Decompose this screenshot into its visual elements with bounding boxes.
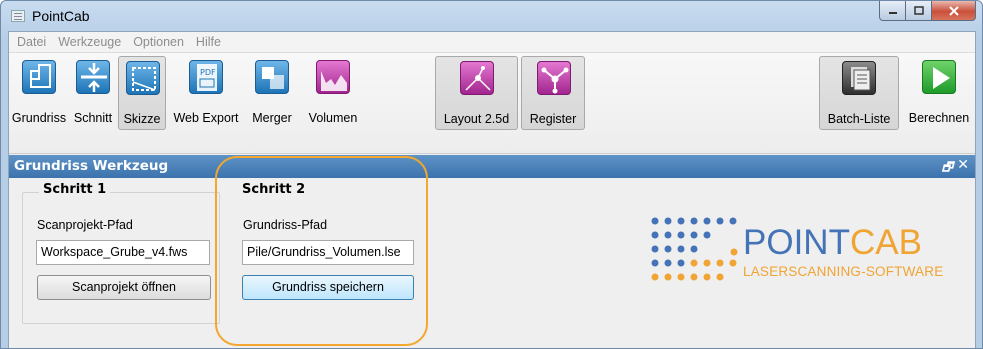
panel-title: Grundriss Werkzeug bbox=[14, 158, 169, 174]
register-icon bbox=[537, 61, 571, 95]
pointcab-logo: POINTCAB LASERSCANNING-SOFTWARE bbox=[643, 212, 973, 302]
step1-title: Schritt 1 bbox=[39, 182, 111, 197]
title-bar[interactable]: PointCab bbox=[1, 1, 982, 31]
tool-berechnen-button[interactable]: Berechnen bbox=[903, 56, 975, 130]
logo-word-point: POINT bbox=[743, 223, 850, 262]
batch-list-icon bbox=[842, 61, 876, 95]
minimize-button[interactable] bbox=[879, 1, 906, 21]
tool-layout-button[interactable]: Layout 2.5d bbox=[435, 56, 518, 130]
menu-werkzeuge[interactable]: Werkzeuge bbox=[52, 35, 127, 49]
tool-label: Schnitt bbox=[73, 111, 113, 125]
scanprojekt-path-field[interactable]: Workspace_Grube_v4.fws bbox=[36, 240, 210, 265]
scanprojekt-label: Scanprojekt-Pfad bbox=[37, 218, 133, 232]
menu-hilfe[interactable]: Hilfe bbox=[190, 35, 227, 49]
tool-schnitt-button[interactable]: Schnitt bbox=[69, 56, 117, 130]
maximize-button[interactable] bbox=[906, 1, 932, 21]
tool-label: Web Export bbox=[173, 111, 239, 125]
tool-label: Register bbox=[529, 112, 577, 126]
maximize-icon bbox=[913, 5, 924, 15]
panel-header: Grundriss Werkzeug 🗗 ✕ bbox=[9, 155, 975, 178]
section-icon bbox=[76, 60, 110, 94]
menu-bar: Datei Werkzeuge Optionen Hilfe bbox=[9, 32, 975, 53]
close-panel-icon[interactable]: ✕ bbox=[957, 157, 969, 173]
volume-icon bbox=[316, 60, 350, 94]
sketch-icon bbox=[126, 61, 160, 95]
tool-register-button[interactable]: Register bbox=[521, 56, 585, 130]
app-window: PointCab Datei Werkzeuge Optionen Hilfe bbox=[0, 0, 983, 349]
scanprojekt-open-button[interactable]: Scanprojekt öffnen bbox=[37, 275, 211, 300]
tool-label: Merger bbox=[252, 111, 292, 125]
toolbar: Grundriss Schnitt Skizze PDF Web Export … bbox=[9, 53, 975, 154]
merger-icon bbox=[255, 60, 289, 94]
logo-wordmark: POINTCAB bbox=[743, 224, 922, 262]
minimize-icon bbox=[888, 11, 897, 14]
logo-subtitle: LASERSCANNING-SOFTWARE bbox=[743, 264, 944, 279]
tool-grundriss-button[interactable]: Grundriss bbox=[11, 56, 67, 130]
play-icon bbox=[922, 60, 956, 94]
menu-optionen[interactable]: Optionen bbox=[127, 35, 190, 49]
tool-web-export-button[interactable]: PDF Web Export bbox=[169, 56, 243, 130]
floorplan-icon bbox=[22, 60, 56, 94]
svg-text:PDF: PDF bbox=[200, 68, 216, 77]
tool-label: Berechnen bbox=[908, 111, 970, 125]
logo-word-cab: CAB bbox=[849, 223, 922, 262]
logo-dots-icon bbox=[651, 217, 738, 281]
tool-label: Volumen bbox=[308, 111, 358, 125]
menu-datei[interactable]: Datei bbox=[11, 35, 52, 49]
tool-label: Layout 2.5d bbox=[443, 112, 510, 126]
float-panel-icon[interactable]: 🗗 bbox=[942, 158, 953, 179]
window-title: PointCab bbox=[32, 8, 90, 24]
window-controls bbox=[879, 1, 976, 21]
layout-icon bbox=[460, 61, 494, 95]
step2-highlight-outline bbox=[215, 156, 428, 346]
app-icon bbox=[11, 10, 25, 22]
close-icon bbox=[948, 5, 959, 16]
tool-volumen-button[interactable]: Volumen bbox=[301, 56, 365, 130]
close-window-button[interactable] bbox=[932, 1, 976, 21]
tool-batch-liste-button[interactable]: Batch-Liste bbox=[819, 56, 899, 130]
tool-label: Skizze bbox=[123, 112, 161, 126]
pdf-export-icon: PDF bbox=[189, 60, 223, 94]
tool-merger-button[interactable]: Merger bbox=[245, 56, 299, 130]
tool-skizze-button[interactable]: Skizze bbox=[118, 56, 166, 130]
tool-label: Grundriss bbox=[11, 111, 67, 125]
tool-label: Batch-Liste bbox=[827, 112, 891, 126]
